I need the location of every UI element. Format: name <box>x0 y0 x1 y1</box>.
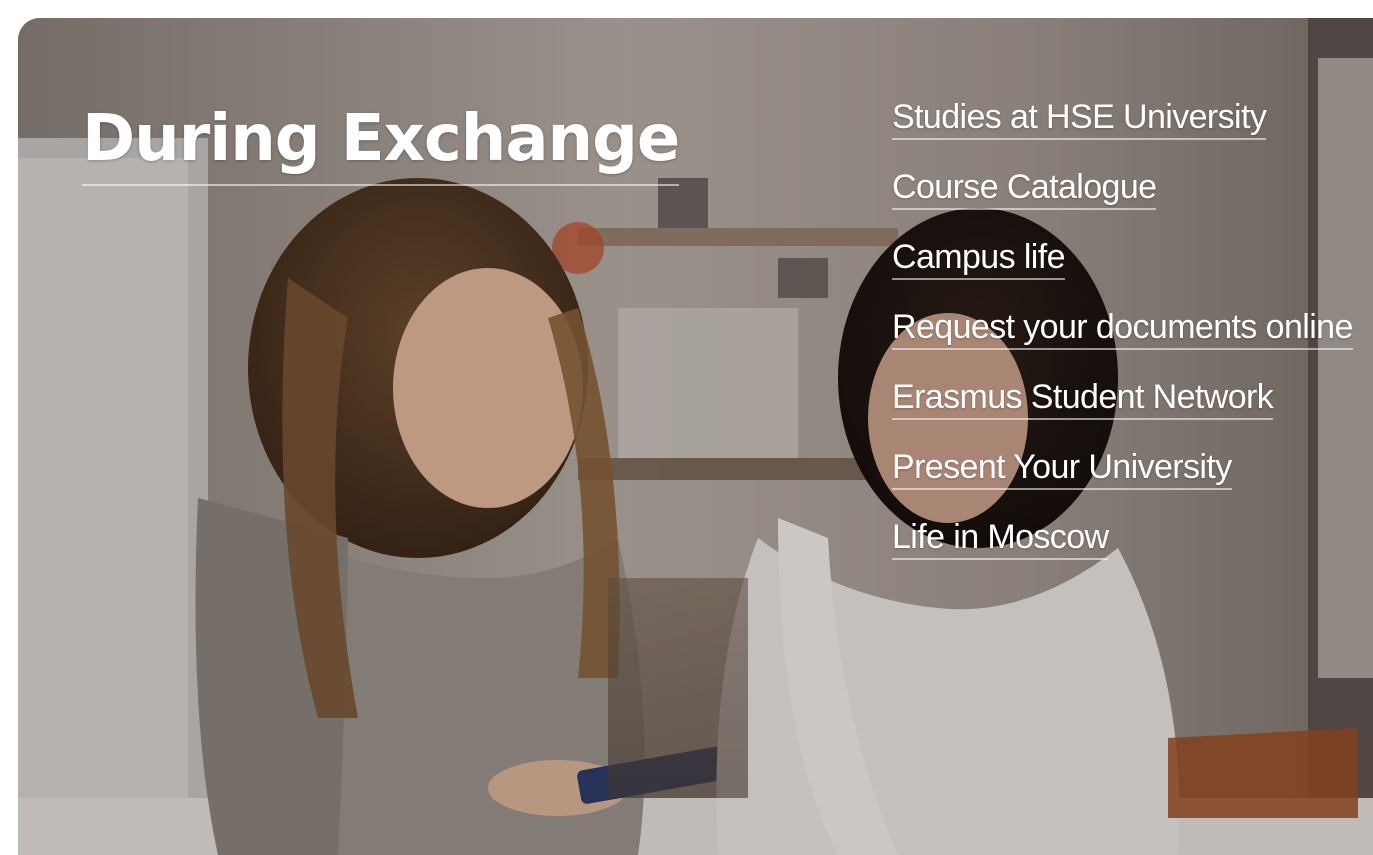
link-label: Erasmus Student Network <box>892 378 1274 420</box>
link-erasmus-student-network[interactable]: Erasmus Student Network <box>892 378 1274 420</box>
link-label: Course Catalogue <box>892 168 1157 210</box>
link-label: Studies at HSE University <box>892 98 1267 140</box>
list-item: Studies at HSE University <box>892 88 1362 146</box>
list-item: Erasmus Student Network <box>892 368 1362 426</box>
link-label: Request your documents online <box>892 308 1353 350</box>
link-label: Campus life <box>892 238 1066 280</box>
link-life-in-moscow[interactable]: Life in Moscow <box>892 518 1109 560</box>
link-request-documents[interactable]: Request your documents online <box>892 308 1353 350</box>
list-item: Present Your University <box>892 438 1362 496</box>
link-label: Life in Moscow <box>892 518 1109 560</box>
during-exchange-card: During Exchange Studies at HSE Universit… <box>18 18 1373 855</box>
exchange-links-list: Studies at HSE University Course Catalog… <box>892 88 1362 578</box>
link-course-catalogue[interactable]: Course Catalogue <box>892 168 1157 210</box>
list-item: Course Catalogue <box>892 158 1362 216</box>
page-title: During Exchange <box>82 96 680 186</box>
list-item: Life in Moscow <box>892 508 1362 566</box>
list-item: Request your documents online <box>892 298 1362 356</box>
link-label: Present Your University <box>892 448 1232 490</box>
link-studies-at-hse[interactable]: Studies at HSE University <box>892 98 1267 140</box>
link-present-your-university[interactable]: Present Your University <box>892 448 1232 490</box>
link-campus-life[interactable]: Campus life <box>892 238 1066 280</box>
list-item: Campus life <box>892 228 1362 286</box>
